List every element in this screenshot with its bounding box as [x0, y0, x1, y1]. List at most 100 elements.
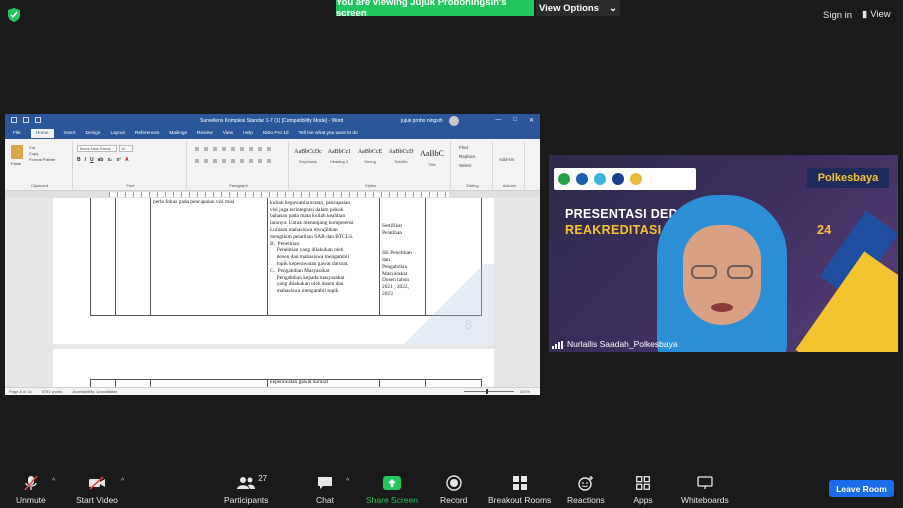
participants-button[interactable]: 27 Participants [224, 474, 268, 505]
zoom-level[interactable]: 100% [520, 389, 530, 394]
maximize-icon[interactable]: □ [513, 117, 517, 124]
style-title[interactable]: AaBbC Title [417, 149, 447, 167]
minimize-icon[interactable]: — [495, 117, 501, 124]
chat-icon [315, 474, 335, 492]
select-button[interactable]: Select [459, 163, 472, 168]
tab-layout[interactable]: Layout [110, 131, 124, 136]
word-ribbon: Paste Cut Copy Format Painter Clipboard … [5, 139, 540, 191]
whiteboards-button[interactable]: Whiteboards [681, 474, 729, 505]
logo [612, 173, 624, 185]
addins-label: Add-ins [502, 183, 517, 188]
word-menu-bar: File Home Insert Design Layout Reference… [5, 128, 540, 139]
audio-options-caret[interactable]: ^ [52, 478, 55, 485]
tab-references[interactable]: References [135, 131, 160, 136]
table-cell-text: Selain dimplementasikan pada mata kuliah… [270, 198, 354, 295]
table-cell-text: perlu fokus pada pencapaian visi misi [153, 199, 235, 205]
tab-review[interactable]: Review [197, 131, 213, 136]
font-group: Times New Roma 10 B I U ab x₂ x² A Font [75, 141, 187, 189]
page-indicator[interactable]: Page 8 of 16 [9, 389, 32, 394]
reactions-label: Reactions [567, 495, 605, 505]
sign-in-link[interactable]: Sign in [823, 10, 852, 21]
style-subtitle[interactable]: AaBbCcD Subtitle [386, 149, 416, 164]
tab-mailings[interactable]: Mailings [169, 131, 187, 136]
participant-video-tile[interactable]: Polkesbaya PRESENTASI DEDD REAKREDITASI … [549, 155, 898, 352]
underline-icon[interactable]: U [90, 157, 94, 163]
tab-view[interactable]: View [223, 131, 233, 136]
save-icon[interactable] [11, 117, 17, 123]
logo [576, 173, 588, 185]
undo-icon[interactable] [23, 117, 29, 123]
style-sample: AaBbC [420, 149, 444, 158]
tab-design[interactable]: Design [86, 131, 101, 136]
avatar[interactable] [449, 116, 459, 126]
zoom-slider[interactable] [463, 389, 514, 394]
start-video-button[interactable]: Start Video [76, 474, 118, 505]
view-options-button[interactable]: View Options ⌄ [536, 0, 620, 16]
tell-me-search[interactable]: Tell me what you want to do [299, 131, 358, 136]
replace-button[interactable]: Replace [459, 154, 476, 159]
close-icon[interactable]: ✕ [529, 117, 534, 124]
style-sample: AaBbCcE [357, 149, 383, 155]
superscript-icon[interactable]: x² [117, 157, 121, 163]
brand-logo: Polkesbaya [807, 168, 889, 188]
tab-file[interactable]: File [13, 131, 21, 136]
format-painter-button[interactable]: Format Painter [29, 157, 55, 163]
find-button[interactable]: Find [459, 145, 468, 150]
record-button[interactable]: Record [440, 474, 467, 505]
addins-group: Add-ins Add-ins [495, 141, 525, 189]
style-strong[interactable]: AaBbCcE Strong [355, 149, 385, 164]
style-emphasis[interactable]: AaBbCcDc Emphasis [293, 149, 323, 164]
reactions-button[interactable]: Reactions [567, 474, 605, 505]
bold-icon[interactable]: B [77, 157, 81, 163]
strikethrough-icon[interactable]: ab [98, 157, 104, 163]
view-button[interactable]: ▮ View [862, 9, 891, 20]
breakout-rooms-label: Breakout Rooms [488, 495, 552, 505]
partner-logos [554, 168, 696, 190]
style-heading-3[interactable]: AaBbCcI Heading 3 [324, 149, 354, 164]
paste-label[interactable]: Paste [11, 161, 21, 166]
glasses [691, 265, 717, 279]
smiley-icon [576, 474, 596, 492]
participant-person [657, 195, 787, 352]
style-sample: AaBbCcDc [294, 149, 322, 155]
chat-label: Chat [316, 495, 334, 505]
logo [558, 173, 570, 185]
word-count[interactable]: 5781 words [42, 389, 63, 394]
meeting-toolbar: Unmute ^ Start Video ^ 27 Participants C… [0, 470, 903, 508]
addins-button[interactable]: Add-ins [499, 157, 514, 162]
participants-label: Participants [224, 495, 269, 505]
font-color-icon[interactable]: A [125, 157, 129, 163]
style-name: Subtitle [394, 159, 408, 164]
tab-insert[interactable]: Insert [64, 131, 76, 136]
chat-options-caret[interactable]: ^ [346, 478, 349, 485]
tab-help[interactable]: Help [243, 131, 253, 136]
participants-count: 27 [258, 474, 268, 483]
whiteboard-icon [695, 474, 715, 492]
logo [630, 173, 642, 185]
redo-icon[interactable] [35, 117, 41, 123]
font-size-select[interactable]: 10 [119, 145, 133, 152]
style-name: Strong [364, 159, 376, 164]
video-options-caret[interactable]: ^ [121, 478, 124, 485]
font-name-select[interactable]: Times New Roma [77, 145, 117, 152]
alignment-buttons[interactable] [195, 159, 275, 163]
style-sample: AaBbCcI [327, 149, 351, 155]
paste-icon[interactable] [11, 145, 23, 159]
styles-group: AaBbCcDc Emphasis AaBbCcI Heading 3 AaBbCc… [291, 141, 451, 189]
leave-room-button[interactable]: Leave Room [829, 480, 894, 497]
apps-button[interactable]: Apps [633, 474, 653, 505]
tab-nitro[interactable]: Nitro Pro 10 [263, 131, 289, 136]
list-buttons[interactable] [195, 147, 275, 151]
tab-home[interactable]: Home [30, 129, 54, 138]
italic-icon[interactable]: I [85, 157, 86, 163]
breakout-rooms-button[interactable]: Breakout Rooms [488, 474, 551, 505]
document-title: Surveilens Komplesi Standar 1-7 (1) [Com… [200, 118, 344, 124]
share-screen-button[interactable]: Share Screen [366, 474, 418, 505]
accessibility-status[interactable]: Accessibility: Unavailable [72, 389, 117, 394]
window-controls: — □ ✕ [495, 117, 534, 124]
subscript-icon[interactable]: x₂ [107, 157, 112, 163]
unmute-button[interactable]: Unmute [16, 474, 46, 505]
record-label: Record [440, 495, 468, 505]
unmute-label: Unmute [16, 495, 46, 505]
chat-button[interactable]: Chat [315, 474, 335, 505]
